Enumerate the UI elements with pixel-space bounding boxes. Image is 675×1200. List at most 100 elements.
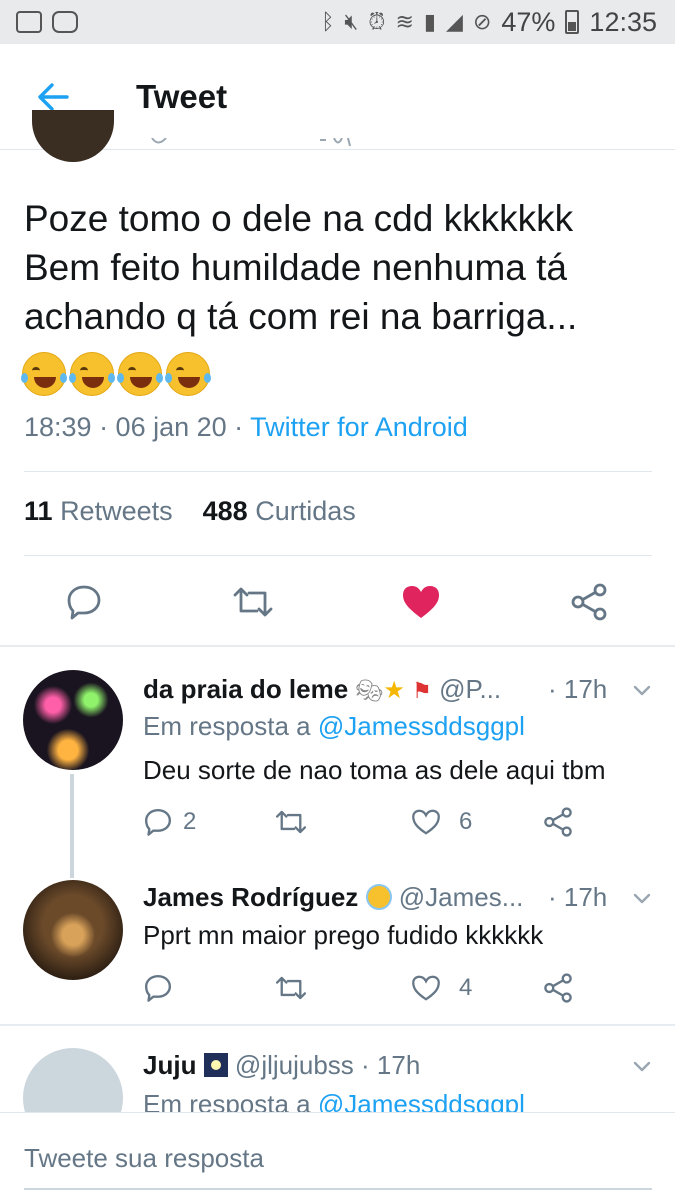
reply-count: 2 bbox=[183, 808, 197, 835]
block-icon: ⊘ bbox=[472, 9, 492, 34]
reply-time: · 17h bbox=[361, 1050, 421, 1080]
reply-button[interactable] bbox=[52, 570, 116, 634]
reply-actions: 4 bbox=[143, 968, 603, 1008]
tears-of-joy-icon bbox=[165, 352, 211, 396]
chevron-down-icon[interactable] bbox=[632, 1056, 652, 1076]
tears-of-joy-icon bbox=[21, 352, 67, 396]
tweet-text: Poze tomo o dele na cdd kkkkkkk Bem feit… bbox=[24, 194, 654, 341]
reply-time: · 17h bbox=[548, 674, 608, 704]
reply-author[interactable]: Juju @jljujubss · 17h bbox=[143, 1050, 420, 1081]
reply-author-handle: @James... bbox=[398, 882, 524, 912]
status-bar: ᛒ 🔇︎ ⏰︎ ≋ ▮ ◢ ⊘ 47% 12:35 bbox=[0, 0, 675, 44]
like-button[interactable]: 6 bbox=[411, 802, 472, 842]
share-icon bbox=[544, 973, 572, 1003]
author-handle-cut bbox=[151, 138, 351, 147]
in-reply-to: Em resposta a @Jamessddsggpl bbox=[143, 1089, 525, 1112]
tears-of-joy-icon bbox=[69, 352, 115, 396]
reply-icon bbox=[144, 974, 172, 1002]
sim-icon: ▮ bbox=[423, 9, 437, 34]
divider bbox=[24, 471, 652, 472]
retweet-button[interactable] bbox=[274, 802, 308, 842]
likes-count: 488 bbox=[202, 496, 248, 526]
wifi-icon: ≋ bbox=[395, 9, 414, 34]
instagram-icon bbox=[52, 11, 78, 33]
reply-input[interactable]: Tweete sua resposta bbox=[24, 1143, 264, 1174]
bluetooth-icon: ᛒ bbox=[321, 9, 335, 34]
signal-icon: ◢ bbox=[446, 9, 463, 34]
likes-label: Curtidas bbox=[255, 496, 356, 526]
reply-button[interactable] bbox=[143, 968, 173, 1008]
battery-level: 47% bbox=[501, 6, 556, 37]
reply-text: Deu sorte de nao toma as dele aqui tbm bbox=[143, 755, 606, 785]
tweet-meta: 18:39 · 06 jan 20 · Twitter for Android bbox=[24, 412, 468, 443]
battery-icon bbox=[565, 10, 580, 34]
heart-icon bbox=[412, 975, 440, 1001]
reply-button[interactable]: 2 bbox=[143, 802, 196, 842]
reply-author-name: James Rodríguez bbox=[143, 882, 359, 912]
arrow-left-icon bbox=[38, 82, 69, 111]
reply-avatar[interactable] bbox=[23, 880, 123, 980]
masks-icon: 🎭︎ bbox=[355, 678, 384, 703]
tweet-source-link[interactable]: Twitter for Android bbox=[250, 412, 468, 442]
night-sky-icon bbox=[203, 1053, 228, 1077]
like-button[interactable] bbox=[389, 570, 453, 634]
share-button[interactable] bbox=[543, 802, 573, 842]
tweet-text-line: achando q tá com rei na barriga... bbox=[24, 296, 578, 337]
reply-icon bbox=[144, 808, 172, 836]
heart-filled-icon bbox=[403, 586, 439, 618]
tweet-text-line: Bem feito humildade nenhuma tá bbox=[24, 247, 568, 288]
author-avatar[interactable] bbox=[32, 110, 114, 162]
page-title: Tweet bbox=[136, 77, 228, 115]
reply-author-handle: @P... bbox=[439, 674, 502, 704]
reply-avatar[interactable] bbox=[23, 1048, 123, 1112]
reply-author-name: da praia do leme bbox=[143, 674, 349, 704]
share-icon bbox=[571, 583, 607, 621]
reply-actions: 2 6 bbox=[143, 802, 603, 842]
section-separator bbox=[0, 1024, 675, 1026]
reply-partial: Juju @jljujubss · 17h Em resposta a @Jam… bbox=[0, 1040, 675, 1112]
in-reply-prefix: Em resposta a bbox=[143, 1089, 318, 1112]
in-reply-handle-link[interactable]: @Jamessddsggpl bbox=[318, 711, 525, 741]
emoji-row bbox=[21, 352, 211, 396]
alarm-icon: ⏰︎ bbox=[368, 9, 386, 34]
tweet-actions bbox=[0, 570, 675, 634]
retweets-stat[interactable]: 11 Retweets bbox=[24, 496, 173, 526]
input-underline bbox=[24, 1188, 652, 1190]
retweet-icon bbox=[233, 587, 273, 617]
reply-author[interactable]: James Rodríguez @James... bbox=[143, 882, 523, 913]
reply-time: · 17h bbox=[548, 882, 608, 912]
reply-author[interactable]: da praia do leme 🎭︎★ ⚑ @P... bbox=[143, 674, 501, 705]
notification-icon bbox=[16, 11, 42, 33]
like-button[interactable]: 4 bbox=[411, 968, 472, 1008]
divider bbox=[24, 555, 652, 556]
retweet-button[interactable] bbox=[221, 570, 285, 634]
chevron-down-icon[interactable] bbox=[632, 888, 652, 908]
retweets-label: Retweets bbox=[60, 496, 173, 526]
reply-avatar[interactable] bbox=[23, 670, 123, 770]
reply-composer: Tweete sua resposta bbox=[0, 1112, 675, 1200]
smiling-halo-icon bbox=[365, 884, 392, 910]
like-count: 4 bbox=[459, 974, 473, 1001]
in-reply-to: Em resposta a @Jamessddsggpl bbox=[143, 711, 525, 742]
tweet-text-line: Poze tomo o dele na cdd kkkkkkk bbox=[24, 198, 574, 239]
like-count: 6 bbox=[459, 808, 473, 835]
chevron-down-icon[interactable] bbox=[632, 680, 652, 700]
clock: 12:35 bbox=[589, 6, 657, 37]
thread-line bbox=[70, 774, 74, 878]
tears-of-joy-icon bbox=[117, 352, 163, 396]
likes-stat[interactable]: 488 Curtidas bbox=[203, 496, 356, 526]
reply-author-name: Juju bbox=[143, 1050, 197, 1080]
tweet-timestamp: 18:39 · 06 jan 20 · bbox=[24, 412, 251, 442]
retweet-icon bbox=[275, 976, 307, 1000]
share-button[interactable] bbox=[557, 570, 621, 634]
flag-icon: ⚑ bbox=[412, 678, 432, 703]
tweet-stats: 11 Retweets 488 Curtidas bbox=[24, 496, 356, 527]
retweet-button[interactable] bbox=[274, 968, 308, 1008]
retweet-icon bbox=[275, 810, 307, 834]
in-reply-handle-link[interactable]: @Jamessddsggpl bbox=[318, 1089, 525, 1112]
retweets-count: 11 bbox=[24, 496, 53, 526]
share-button[interactable] bbox=[543, 968, 573, 1008]
star-icon: ★ bbox=[383, 677, 405, 704]
reply-text: Pprt mn maior prego fudido kkkkkk bbox=[143, 920, 544, 950]
mute-icon: 🔇︎ bbox=[344, 9, 359, 34]
